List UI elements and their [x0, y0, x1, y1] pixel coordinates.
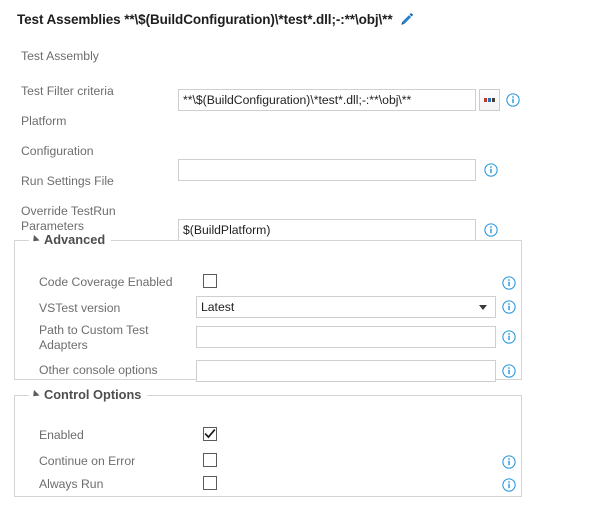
page-title: Test Assemblies **\$(BuildConfiguration)… — [17, 11, 393, 27]
label-run-settings-file: Run Settings File — [21, 174, 114, 188]
label-override-testrun-parameters: Override TestRun Parameters — [21, 204, 116, 233]
dropdown-vstest-version-value: Latest — [201, 300, 235, 314]
label-platform: Platform — [21, 114, 67, 128]
page-title-row: Test Assemblies **\$(BuildConfiguration)… — [17, 9, 415, 29]
field-row-run-settings-file: Run Settings File — [0, 170, 600, 361]
info-icon-always-run[interactable] — [502, 478, 516, 492]
info-icon-vstest-version[interactable] — [502, 300, 516, 314]
label-other-console-options: Other console options — [39, 363, 158, 377]
control-options-section: Control Options Enabled Continue on Erro… — [14, 387, 522, 497]
info-icon-other-console-options[interactable] — [502, 364, 516, 378]
checkbox-enabled[interactable] — [203, 427, 217, 441]
advanced-section: Advanced Code Coverage Enabled VSTest ve… — [14, 232, 522, 382]
input-other-console-options[interactable] — [196, 360, 496, 382]
advanced-section-header[interactable]: Advanced — [29, 232, 112, 247]
checkbox-always-run[interactable] — [203, 476, 217, 490]
input-path-to-custom-test-adapters[interactable] — [196, 326, 496, 348]
control-options-section-title: Control Options — [44, 387, 142, 402]
field-row-test-filter-criteria: Test Filter criteria — [0, 80, 600, 181]
field-row-configuration: Configuration — [0, 140, 600, 301]
info-icon-path-to-custom-test-adapters[interactable] — [502, 330, 516, 344]
label-continue-on-error: Continue on Error — [39, 454, 136, 468]
label-path-to-custom-test-adapters: Path to Custom Test Adapters — [39, 323, 149, 352]
info-icon-code-coverage-enabled[interactable] — [502, 276, 516, 290]
dropdown-vstest-version[interactable]: Latest — [196, 296, 496, 318]
label-code-coverage-enabled: Code Coverage Enabled — [39, 275, 173, 289]
control-options-section-header[interactable]: Control Options — [29, 387, 148, 402]
task-editor-panel: Test Assemblies **\$(BuildConfiguration)… — [0, 0, 600, 507]
label-test-filter-criteria: Test Filter criteria — [21, 84, 114, 98]
advanced-section-title: Advanced — [44, 232, 106, 247]
label-configuration: Configuration — [21, 144, 94, 158]
info-icon-continue-on-error[interactable] — [502, 455, 516, 469]
checkmark-icon — [204, 429, 216, 439]
triangle-collapse-icon — [30, 389, 40, 400]
checkbox-continue-on-error[interactable] — [203, 453, 217, 467]
label-vstest-version: VSTest version — [39, 301, 121, 315]
pencil-icon[interactable] — [400, 12, 415, 27]
field-row-platform: Platform — [0, 110, 600, 241]
triangle-collapse-icon — [30, 234, 40, 245]
label-always-run: Always Run — [39, 477, 104, 491]
chevron-down-icon — [479, 304, 487, 310]
label-enabled: Enabled — [39, 428, 84, 442]
info-icon-platform[interactable] — [484, 223, 498, 237]
label-test-assembly: Test Assembly — [21, 49, 99, 63]
checkbox-code-coverage-enabled[interactable] — [203, 274, 217, 288]
field-row-test-assembly: Test Assembly — [0, 45, 600, 111]
field-row-override-testrun-parameters: Override TestRun Parameters — [0, 200, 600, 421]
